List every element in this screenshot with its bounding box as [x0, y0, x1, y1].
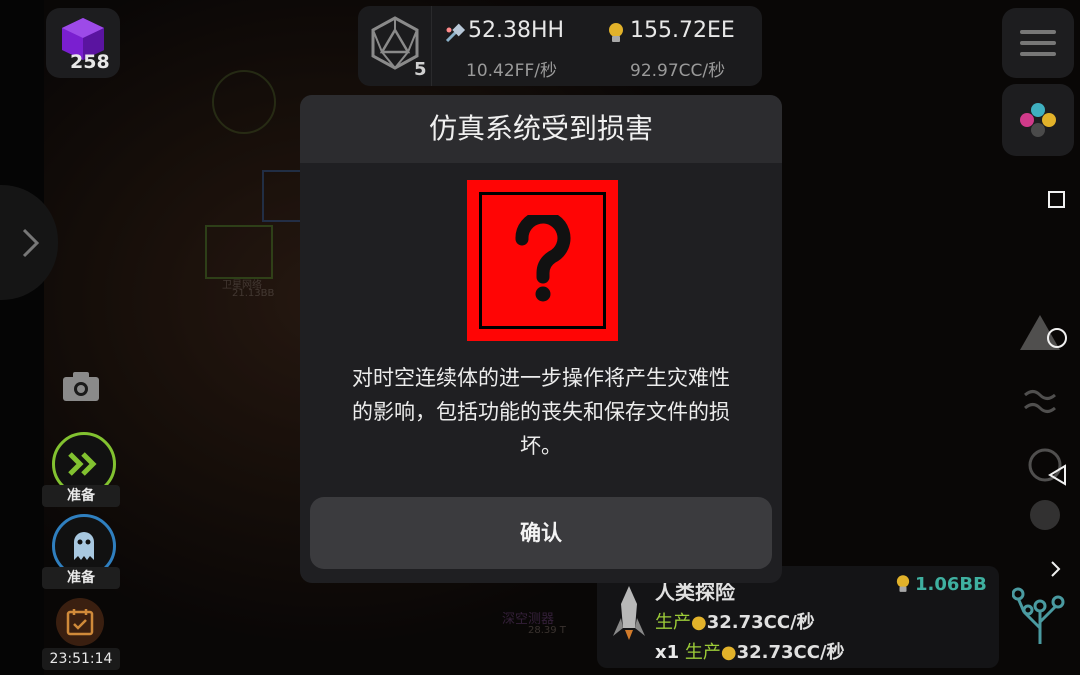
gem-count: 258 — [70, 51, 110, 73]
d20-icon — [371, 16, 419, 70]
dialog-title: 仿真系统受到损害 — [428, 112, 653, 145]
lightbulb-icon: ● — [691, 612, 707, 633]
fast-forward-icon — [68, 452, 97, 476]
probe-income: 1.06BB — [915, 574, 987, 595]
resource-left-value: 52.38HH — [468, 18, 565, 43]
android-navigation-bar — [1047, 191, 1067, 577]
divider — [431, 6, 432, 86]
dialog-message: 对时空连续体的进一步操作将产生灾难性 的影响，包括功能的丧失和保存文件的损 坏。 — [320, 361, 762, 463]
chevron-right-icon[interactable] — [1051, 561, 1061, 577]
camera-icon[interactable] — [62, 370, 100, 402]
warning-frame — [479, 192, 606, 329]
tech-tree-icon[interactable] — [1012, 582, 1068, 648]
resource-right-value: 155.72EE — [630, 18, 735, 43]
confirm-button[interactable]: 确认 — [310, 497, 772, 569]
main-menu-button[interactable] — [1002, 8, 1074, 78]
recents-button[interactable] — [1048, 191, 1065, 208]
calendar-icon — [66, 609, 94, 636]
color-palette-icon — [1020, 103, 1056, 137]
ghost-icon — [74, 532, 94, 560]
gem-counter[interactable]: 258 — [46, 8, 120, 78]
warning-graphic — [467, 180, 618, 341]
chevron-right-icon — [22, 228, 40, 258]
production-key: 生产 — [655, 612, 691, 633]
rocket-icon — [613, 586, 645, 640]
ability-ready-label: 准备 — [42, 485, 120, 507]
question-mark-icon — [515, 215, 571, 302]
home-button[interactable] — [1047, 328, 1067, 348]
satellite-icon — [445, 23, 466, 43]
dice-count: 5 — [414, 59, 427, 80]
probe-production-line: 生产●32.73CC/秒 — [655, 608, 815, 634]
game-clock: 23:51:14 — [42, 648, 120, 670]
dialog-message-line: 坏。 — [520, 434, 562, 458]
ability-ready-label: 准备 — [42, 567, 120, 589]
lightbulb-icon: ● — [720, 642, 737, 663]
probe-production-line: x1 生产●32.73CC/秒 — [655, 638, 845, 664]
calendar-button[interactable] — [56, 598, 104, 646]
lightbulb-icon — [896, 575, 910, 592]
resource-right-rate: 92.97CC/秒 — [630, 61, 726, 81]
lightbulb-icon — [609, 23, 623, 42]
production-value: 32.73CC/秒 — [706, 612, 815, 633]
back-button[interactable] — [1048, 464, 1066, 486]
color-palette-button[interactable] — [1002, 84, 1074, 156]
resource-bar: 5 52.38HH 10.42FF/秒 155.72EE 92.97CC/秒 — [358, 6, 762, 86]
production-value: 32.73CC/秒 — [736, 642, 845, 663]
multiplier: x1 — [655, 642, 680, 663]
production-key: 生产 — [684, 642, 721, 663]
resource-left-rate: 10.42FF/秒 — [466, 61, 557, 81]
simulation-damaged-dialog: 仿真系统受到损害 对时空连续体的进一步操作将产生灾难性 的影响，包括功能的丧失和… — [300, 95, 782, 583]
dialog-message-line: 的影响，包括功能的丧失和保存文件的损 — [352, 400, 730, 424]
dialog-message-line: 对时空连续体的进一步操作将产生灾难性 — [352, 366, 730, 390]
left-rail — [0, 0, 44, 675]
